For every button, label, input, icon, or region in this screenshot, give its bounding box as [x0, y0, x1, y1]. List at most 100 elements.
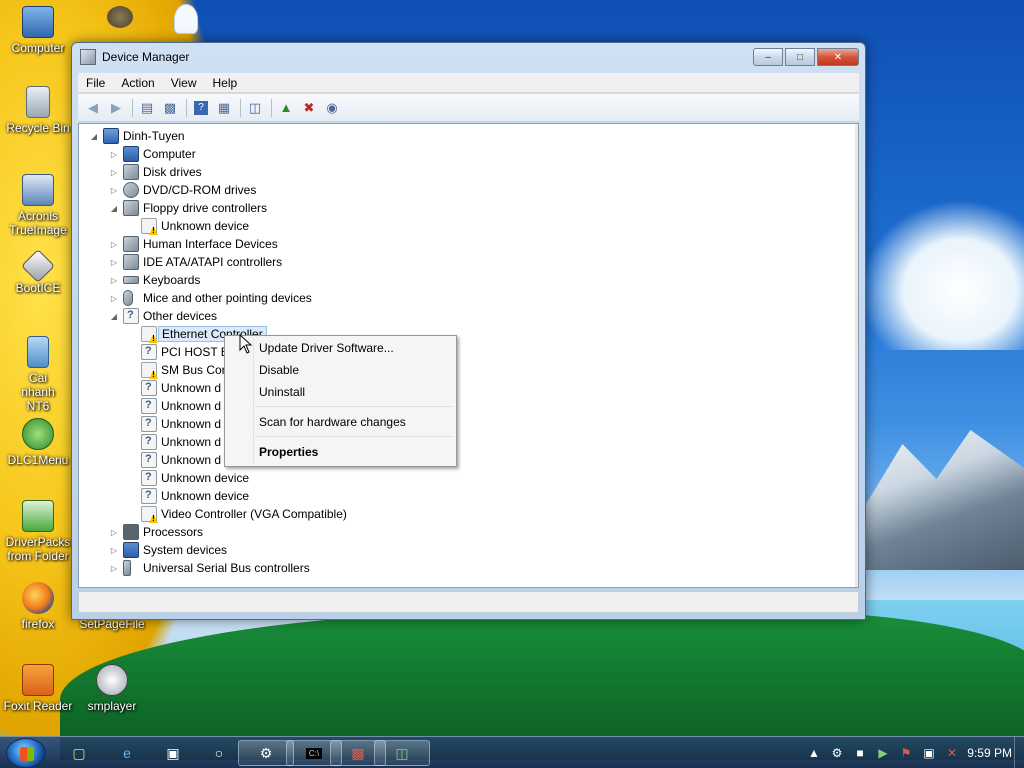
- tree-node-label: Unknown d: [161, 435, 222, 449]
- tree-node-unknown-3[interactable]: Unknown d: [127, 415, 221, 433]
- device-manager-window[interactable]: Device Manager – □ ✕ File Action View He…: [71, 42, 866, 620]
- tree-node-other-devices[interactable]: ◢ Other devices: [109, 307, 217, 325]
- tree-node-unknown-5[interactable]: Unknown d: [127, 451, 221, 469]
- desktop-icon-dlc1menu[interactable]: DLC1Menu: [0, 418, 76, 467]
- menu-item-scan-hardware[interactable]: Scan for hardware changes: [259, 412, 406, 432]
- ghost-icon: [174, 4, 198, 34]
- desktop-icon-smplayer[interactable]: smplayer: [74, 664, 150, 713]
- desktop-icon-bootice[interactable]: BootICE: [0, 249, 76, 295]
- title-bar[interactable]: Device Manager – □ ✕: [72, 43, 865, 71]
- tree-node-unknown-2[interactable]: Unknown d: [127, 397, 221, 415]
- app-icon: ▩: [351, 744, 365, 761]
- menu-item-properties[interactable]: Properties: [259, 442, 318, 462]
- tree-node-unknown-4[interactable]: Unknown d: [127, 433, 221, 451]
- taskbar-app-8[interactable]: ◫: [374, 740, 430, 766]
- tray-app-icon[interactable]: ▲: [806, 745, 822, 761]
- menu-item-uninstall[interactable]: Uninstall: [259, 382, 305, 402]
- tree-node-unknown-6[interactable]: Unknown device: [127, 469, 249, 487]
- taskbar-ie[interactable]: e: [110, 740, 144, 766]
- tray-play-icon[interactable]: ▶: [875, 745, 891, 761]
- volume-muted-icon[interactable]: ✕: [944, 745, 960, 761]
- desktop-icon-acronis[interactable]: Acronis TrueImage: [0, 174, 76, 237]
- expand-icon[interactable]: ▷: [109, 563, 119, 573]
- scan-hardware-button[interactable]: ◫: [246, 99, 264, 117]
- disable-button[interactable]: ◉: [323, 99, 341, 117]
- tray-flag-icon[interactable]: ⚑: [898, 745, 914, 761]
- tray-network-icon[interactable]: ▣: [921, 745, 937, 761]
- taskbar-app-3[interactable]: ▣: [156, 740, 190, 766]
- tree-node-processors[interactable]: ▷ Processors: [109, 523, 203, 541]
- desktop-icon-gimp[interactable]: [82, 6, 158, 31]
- collapse-icon[interactable]: ◢: [109, 203, 119, 213]
- expand-icon[interactable]: ▷: [109, 185, 119, 195]
- tree-node-sm-bus[interactable]: SM Bus Cor: [127, 361, 226, 379]
- desktop-icon-ghost[interactable]: [148, 4, 224, 37]
- menu-item-update-driver[interactable]: Update Driver Software...: [259, 338, 394, 358]
- close-button[interactable]: ✕: [817, 48, 859, 66]
- tree-node-ide-controllers[interactable]: ▷ IDE ATA/ATAPI controllers: [109, 253, 282, 271]
- desktop-icon-recycle-bin[interactable]: Recycle Bin: [0, 86, 76, 135]
- expand-icon[interactable]: ▷: [109, 293, 119, 303]
- expand-icon[interactable]: ▷: [109, 167, 119, 177]
- collapse-icon[interactable]: ◢: [109, 311, 119, 321]
- expand-icon[interactable]: ▷: [109, 239, 119, 249]
- forward-button[interactable]: ▶: [107, 99, 125, 117]
- tree-scrollbar[interactable]: [855, 124, 858, 587]
- tree-node-system-devices[interactable]: ▷ System devices: [109, 541, 227, 559]
- tree-node-pci-host[interactable]: PCI HOST B: [127, 343, 229, 361]
- toolbar-separator: [186, 98, 187, 117]
- taskbar-explorer[interactable]: ▢: [62, 740, 96, 766]
- tray-cmd-icon[interactable]: ■: [852, 745, 868, 761]
- uninstall-button[interactable]: ✖: [300, 99, 318, 117]
- device-tree[interactable]: ◢ Dinh-Tuyen ▷ Computer ▷ Disk drives ▷ …: [78, 123, 859, 588]
- dlc-icon: [22, 418, 54, 450]
- tree-node-disk-drives[interactable]: ▷ Disk drives: [109, 163, 202, 181]
- tree-node-label: Disk drives: [143, 165, 202, 179]
- tree-node-mice[interactable]: ▷ Mice and other pointing devices: [109, 289, 312, 307]
- tree-node-dvd-drives[interactable]: ▷ DVD/CD-ROM drives: [109, 181, 256, 199]
- tree-node-unknown-device[interactable]: Unknown device: [127, 217, 249, 235]
- maximize-button[interactable]: □: [785, 48, 815, 66]
- desktop-icon-computer[interactable]: Computer: [0, 6, 76, 55]
- desktop-icon-foxit[interactable]: Foxit Reader: [0, 664, 76, 713]
- tree-node-unknown-1[interactable]: Unknown d: [127, 379, 221, 397]
- taskbar-app-4[interactable]: ○: [202, 740, 236, 766]
- tree-node-keyboards[interactable]: ▷ Keyboards: [109, 271, 200, 289]
- device-manager-icon: ⚙: [259, 744, 273, 761]
- taskbar-clock[interactable]: 9:59 PM: [967, 746, 1012, 760]
- menu-file[interactable]: File: [78, 76, 113, 90]
- tree-node-floppy-controllers[interactable]: ◢ Floppy drive controllers: [109, 199, 267, 217]
- tree-node-computer[interactable]: ▷ Computer: [109, 145, 196, 163]
- windows-logo-icon: [20, 747, 34, 761]
- expand-icon[interactable]: ▷: [109, 257, 119, 267]
- view-button[interactable]: ▦: [215, 99, 233, 117]
- minimize-button[interactable]: –: [753, 48, 783, 66]
- status-bar: [78, 591, 859, 613]
- menu-action[interactable]: Action: [113, 76, 162, 90]
- expand-icon[interactable]: ▷: [109, 149, 119, 159]
- tree-node-label: Unknown device: [161, 471, 250, 485]
- menu-view[interactable]: View: [163, 76, 205, 90]
- show-desktop-button[interactable]: [1014, 737, 1024, 768]
- tree-node-usb-controllers[interactable]: ▷ Universal Serial Bus controllers: [109, 559, 310, 577]
- desktop-icon-driverpacks[interactable]: DriverPacks from Folder: [0, 500, 76, 563]
- tree-node-video-controller[interactable]: Video Controller (VGA Compatible): [127, 505, 347, 523]
- collapse-icon[interactable]: ◢: [89, 131, 99, 141]
- show-tree-button[interactable]: ▩: [161, 99, 179, 117]
- expand-icon[interactable]: ▷: [109, 527, 119, 537]
- update-driver-button[interactable]: ▲: [277, 99, 295, 117]
- back-button[interactable]: ◀: [84, 99, 102, 117]
- tray-settings-icon[interactable]: ⚙: [829, 745, 845, 761]
- expand-icon[interactable]: ▷: [109, 545, 119, 555]
- tree-node-hid[interactable]: ▷ Human Interface Devices: [109, 235, 278, 253]
- expand-icon[interactable]: ▷: [109, 275, 119, 285]
- start-button[interactable]: [6, 738, 46, 768]
- tree-node-unknown-7[interactable]: Unknown device: [127, 487, 249, 505]
- help-button[interactable]: ?: [192, 99, 210, 117]
- desktop-icon-cai-nhanh[interactable]: Cai nhanh NT6: [0, 336, 76, 413]
- menu-help[interactable]: Help: [205, 76, 246, 90]
- desktop-icon-firefox[interactable]: firefox: [0, 582, 76, 631]
- menu-item-disable[interactable]: Disable: [259, 360, 299, 380]
- tree-root[interactable]: ◢ Dinh-Tuyen: [89, 127, 185, 145]
- properties-button[interactable]: ▤: [138, 99, 156, 117]
